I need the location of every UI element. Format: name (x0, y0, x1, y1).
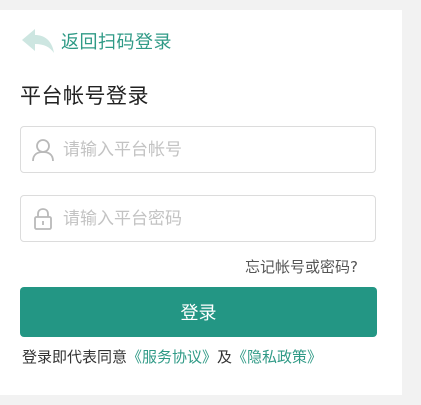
service-agreement-link[interactable]: 《服务协议》 (127, 348, 217, 366)
agreement-text: 登录即代表同意《服务协议》及《隐私政策》 (22, 346, 322, 367)
login-card: 返回扫码登录 平台帐号登录 忘记帐号或密码? 登录 登录即代表同意《服务协议》及… (0, 10, 402, 395)
privacy-policy-link[interactable]: 《隐私政策》 (232, 348, 322, 366)
back-arrow-icon (20, 26, 56, 56)
page-title: 平台帐号登录 (20, 84, 149, 108)
password-input[interactable] (63, 196, 375, 241)
login-button[interactable]: 登录 (20, 287, 377, 337)
account-input[interactable] (63, 127, 375, 172)
back-to-qr-login-link[interactable]: 返回扫码登录 (20, 26, 172, 56)
lock-icon (23, 207, 63, 231)
account-field (20, 126, 376, 173)
password-field (20, 195, 376, 242)
forgot-password-link[interactable]: 忘记帐号或密码? (245, 256, 358, 277)
agreement-connector: 及 (217, 348, 233, 366)
agreement-prefix: 登录即代表同意 (22, 348, 128, 366)
user-icon (23, 138, 63, 162)
back-link-label: 返回扫码登录 (61, 32, 172, 53)
